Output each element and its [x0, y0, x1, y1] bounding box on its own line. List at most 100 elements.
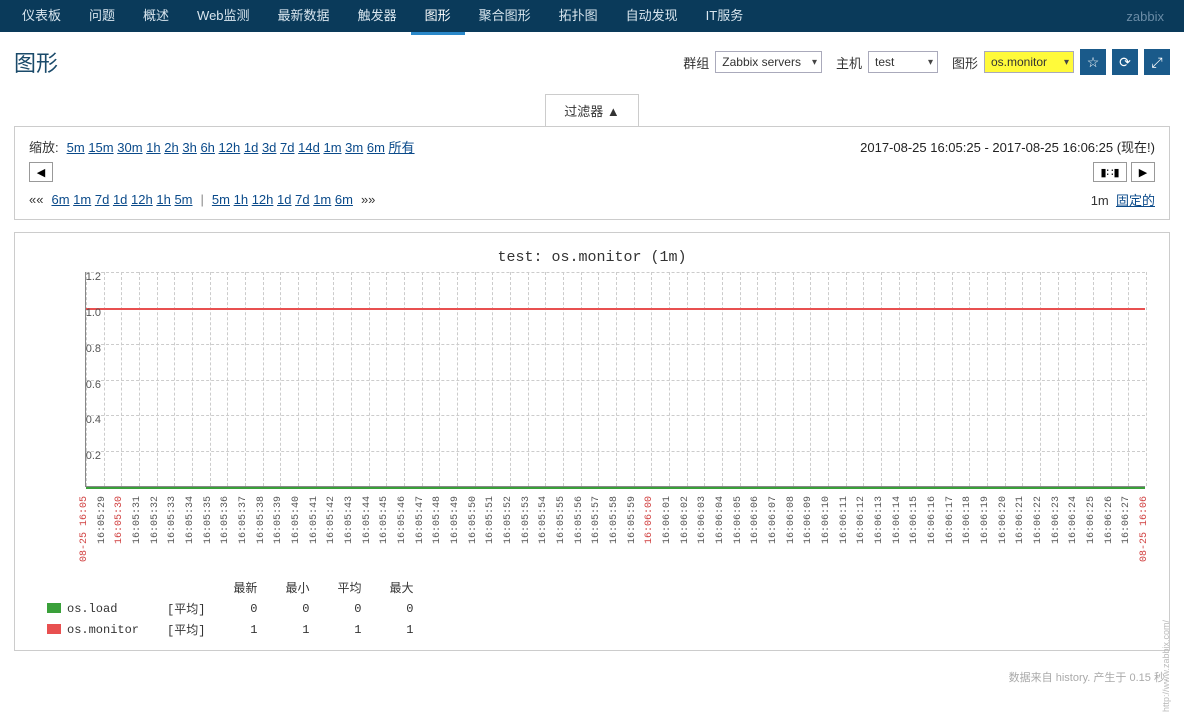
ytick: 1.2 — [86, 271, 101, 283]
series-os.load — [86, 487, 1145, 489]
zoom-7d[interactable]: 7d — [280, 140, 294, 155]
shift-left-1m[interactable]: 1m — [73, 192, 91, 207]
zoom-14d[interactable]: 14d — [298, 140, 320, 155]
shift-right-7d[interactable]: 7d — [295, 192, 309, 207]
xtick: 16:05:57 — [591, 496, 602, 544]
shift-left-1d[interactable]: 1d — [113, 192, 127, 207]
xtick: 16:05:32 — [150, 496, 161, 544]
xtick: 16:06:05 — [733, 496, 744, 544]
host-select[interactable]: test — [868, 51, 938, 73]
xtick: 16:05:36 — [220, 496, 231, 544]
xtick: 08-25 16:05 — [79, 496, 90, 562]
xtick: 16:05:46 — [397, 496, 408, 544]
page-title: 图形 — [14, 46, 58, 78]
zoom-30m[interactable]: 30m — [117, 140, 142, 155]
group-select[interactable]: Zabbix servers — [715, 51, 822, 73]
shift-right-1d[interactable]: 1d — [277, 192, 291, 207]
xtick: 16:06:00 — [644, 496, 655, 544]
series-os.monitor — [86, 308, 1145, 310]
shift-right-1m[interactable]: 1m — [313, 192, 331, 207]
zoom-3m[interactable]: 3m — [345, 140, 363, 155]
shift-right-6m[interactable]: 6m — [335, 192, 353, 207]
xtick: 16:05:47 — [415, 496, 426, 544]
nav-拓扑图[interactable]: 拓扑图 — [545, 0, 612, 35]
nav-prev-button[interactable]: ◀ — [29, 162, 53, 182]
fixed-link[interactable]: 固定的 — [1116, 193, 1155, 208]
xtick: 16:05:44 — [362, 496, 373, 544]
fixed-duration: 1m — [1091, 193, 1109, 208]
shift-right-12h[interactable]: 12h — [252, 192, 274, 207]
xtick: 16:06:09 — [803, 496, 814, 544]
xtick: 16:05:30 — [114, 496, 125, 544]
legend-table: 最新最小平均最大os.load[平均]0000os.monitor[平均]111… — [33, 577, 427, 640]
xtick: 16:06:12 — [856, 496, 867, 544]
footer-text: 数据来自 history. 产生于 0.15 秒. — [0, 663, 1184, 691]
xtick: 16:05:39 — [273, 496, 284, 544]
xtick: 16:06:01 — [662, 496, 673, 544]
fullscreen-button[interactable]: ⤢ — [1144, 49, 1170, 75]
nav-概述[interactable]: 概述 — [129, 0, 183, 35]
shift-left-7d[interactable]: 7d — [95, 192, 109, 207]
xtick: 16:06:13 — [874, 496, 885, 544]
xtick: 16:05:56 — [574, 496, 585, 544]
xtick: 16:06:17 — [945, 496, 956, 544]
filter-toggle[interactable]: 过滤器 ▲ — [545, 94, 638, 126]
zoom-1m[interactable]: 1m — [323, 140, 341, 155]
nav-最新数据[interactable]: 最新数据 — [264, 0, 344, 35]
shift-right-1h[interactable]: 1h — [234, 192, 248, 207]
shift-left-6m[interactable]: 6m — [51, 192, 69, 207]
xtick: 16:06:18 — [962, 496, 973, 544]
nav-bar-button[interactable]: ▮∷▮ — [1093, 162, 1127, 182]
ytick: 1.0 — [86, 307, 101, 319]
chart-title: test: os.monitor (1m) — [25, 249, 1159, 266]
xtick: 16:05:41 — [309, 496, 320, 544]
xtick: 16:05:29 — [97, 496, 108, 544]
xtick: 16:06:04 — [715, 496, 726, 544]
xtick: 16:05:45 — [379, 496, 390, 544]
xtick: 16:06:08 — [786, 496, 797, 544]
xtick: 16:05:59 — [627, 496, 638, 544]
xtick: 16:05:50 — [468, 496, 479, 544]
xtick: 16:05:34 — [185, 496, 196, 544]
nav-触发器[interactable]: 触发器 — [344, 0, 411, 35]
xtick: 16:05:43 — [344, 496, 355, 544]
zoom-12h[interactable]: 12h — [219, 140, 241, 155]
shift-left-1h[interactable]: 1h — [156, 192, 170, 207]
zoom-1h[interactable]: 1h — [146, 140, 160, 155]
shift-pre: «« — [29, 192, 43, 207]
xtick: 16:06:10 — [821, 496, 832, 544]
nav-自动发现[interactable]: 自动发现 — [612, 0, 692, 35]
zoom-6h[interactable]: 6h — [200, 140, 214, 155]
zoom-3h[interactable]: 3h — [182, 140, 196, 155]
graph-select[interactable]: os.monitor — [984, 51, 1074, 73]
nav-IT服务[interactable]: IT服务 — [692, 0, 758, 35]
xtick: 16:05:54 — [538, 496, 549, 544]
zoom-所有[interactable]: 所有 — [389, 140, 415, 155]
nav-仪表板[interactable]: 仪表板 — [8, 0, 75, 35]
legend-row: os.load[平均]0000 — [33, 598, 427, 619]
graph-label: 图形 — [952, 53, 978, 72]
favorite-button[interactable]: ☆ — [1080, 49, 1106, 75]
xtick: 16:06:03 — [697, 496, 708, 544]
shift-left-12h[interactable]: 12h — [131, 192, 153, 207]
xtick: 16:06:24 — [1068, 496, 1079, 544]
nav-图形[interactable]: 图形 — [411, 0, 465, 35]
shift-left-5m[interactable]: 5m — [174, 192, 192, 207]
nav-聚合图形[interactable]: 聚合图形 — [465, 0, 545, 35]
refresh-button[interactable]: ⟳ — [1112, 49, 1138, 75]
zoom-1d[interactable]: 1d — [244, 140, 258, 155]
xtick: 16:05:55 — [556, 496, 567, 544]
zoom-6m[interactable]: 6m — [367, 140, 385, 155]
legend-row: os.monitor[平均]1111 — [33, 619, 427, 640]
zoom-15m[interactable]: 15m — [88, 140, 113, 155]
nav-Web监测[interactable]: Web监测 — [183, 0, 264, 35]
nav-next-button[interactable]: ▶ — [1131, 162, 1155, 182]
zoom-2h[interactable]: 2h — [164, 140, 178, 155]
shift-right-5m[interactable]: 5m — [212, 192, 230, 207]
xtick: 16:06:02 — [680, 496, 691, 544]
xtick: 16:06:23 — [1051, 496, 1062, 544]
ytick: 0.4 — [86, 414, 101, 426]
nav-问题[interactable]: 问题 — [75, 0, 129, 35]
zoom-3d[interactable]: 3d — [262, 140, 276, 155]
zoom-5m[interactable]: 5m — [67, 140, 85, 155]
